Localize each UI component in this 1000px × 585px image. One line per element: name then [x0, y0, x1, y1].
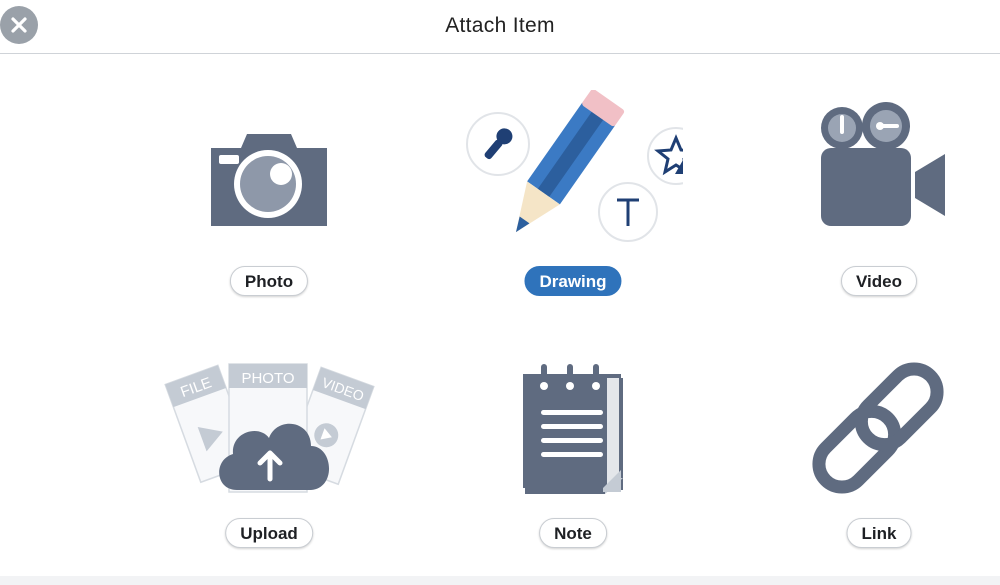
microphone-icon — [466, 112, 530, 176]
note-label-button[interactable]: Note — [539, 518, 607, 548]
cloud-upload-icon: FILE VIDEO PHOTO — [164, 363, 375, 493]
pencil-icon — [466, 90, 683, 242]
attach-note-option[interactable]: Note — [463, 342, 683, 582]
attach-link-option[interactable]: Link — [769, 342, 989, 582]
link-label-button[interactable]: Link — [846, 518, 912, 548]
attach-upload-option[interactable]: FILE VIDEO PHOTO Upload — [159, 342, 379, 582]
attach-photo-option[interactable]: Photo — [159, 90, 379, 330]
shapes-icon — [647, 127, 683, 185]
text-icon — [598, 182, 658, 242]
page-title: Attach Item — [445, 14, 555, 37]
video-camera-icon — [821, 102, 945, 226]
camera-icon — [211, 134, 327, 226]
photo-card-label: PHOTO — [241, 370, 294, 387]
drawing-label-button[interactable]: Drawing — [524, 266, 622, 296]
bottom-edge — [0, 576, 1000, 585]
attach-video-option[interactable]: Video — [769, 90, 989, 330]
attach-drawing-option[interactable]: Drawing — [463, 90, 683, 330]
notepad-icon — [523, 364, 623, 494]
photo-label-button[interactable]: Photo — [229, 266, 309, 296]
upload-label-button[interactable]: Upload — [225, 518, 313, 548]
header: Attach Item — [0, 0, 1000, 54]
chain-link-icon — [812, 362, 944, 494]
video-label-button[interactable]: Video — [841, 266, 917, 296]
